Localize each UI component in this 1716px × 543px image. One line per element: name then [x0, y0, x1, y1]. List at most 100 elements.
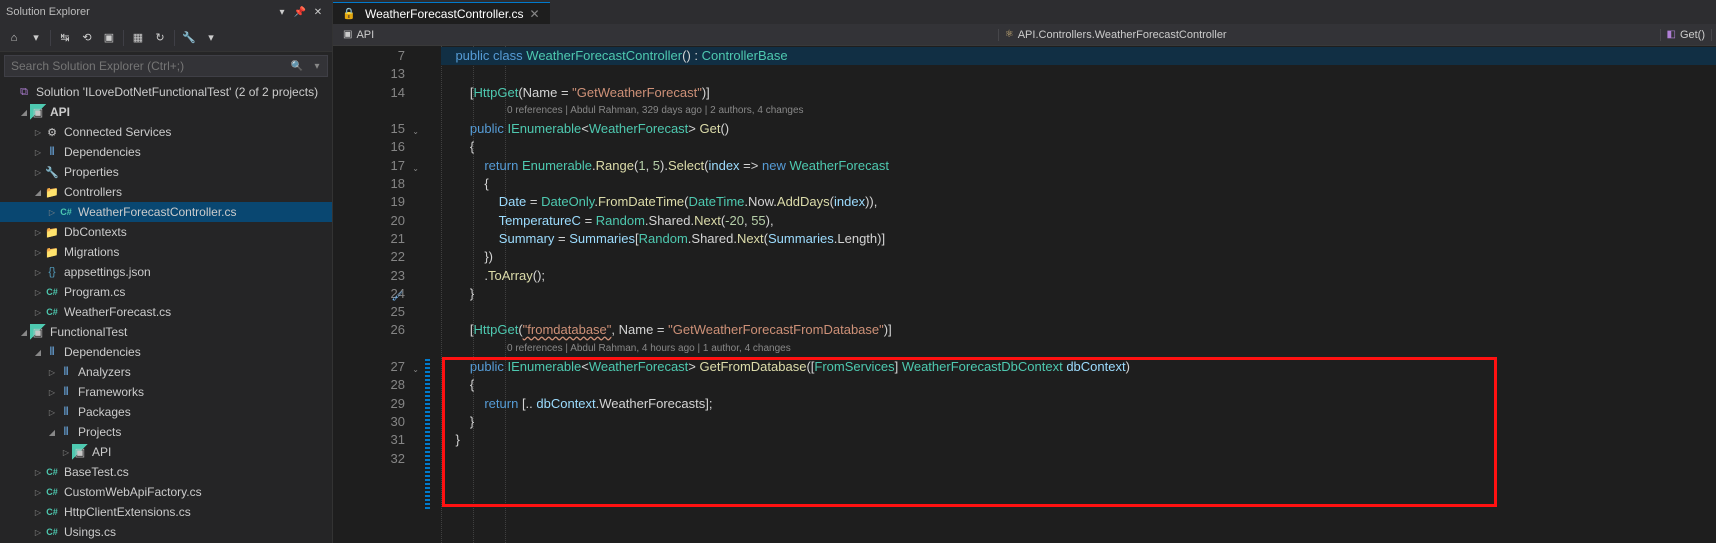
fold-icon[interactable]: ⌄ — [412, 123, 419, 141]
back-icon[interactable]: ↹ — [55, 28, 75, 48]
code-line[interactable]: public IEnumerable<WeatherForecast> GetF… — [441, 358, 1716, 376]
code-line[interactable]: [HttpGet(Name = "GetWeatherForecast")] — [441, 84, 1716, 102]
tree-item[interactable]: ▷🔧Properties — [0, 162, 332, 182]
tree-item[interactable]: ▷⫴Packages — [0, 402, 332, 422]
expand-icon[interactable]: ▷ — [32, 268, 44, 277]
tree-item[interactable]: ▷{}appsettings.json — [0, 262, 332, 282]
search-dropdown-icon[interactable]: ▾ — [307, 61, 327, 72]
tab-strip: 🔒 WeatherForecastController.cs ✕ — [333, 0, 1716, 24]
code-line[interactable]: } — [441, 413, 1716, 431]
expand-icon[interactable]: ▷ — [32, 128, 44, 137]
code-line[interactable]: Summary = Summaries[Random.Shared.Next(S… — [441, 230, 1716, 248]
tree-item[interactable]: ◢▣API — [0, 102, 332, 122]
breadcrumb-class[interactable]: ⚛ API.Controllers.WeatherForecastControl… — [999, 29, 1661, 41]
expand-icon[interactable]: ▷ — [32, 148, 44, 157]
tree-item[interactable]: ◢⫴Dependencies — [0, 342, 332, 362]
refresh-icon[interactable]: ↻ — [150, 28, 170, 48]
tree-label: Solution 'ILoveDotNetFunctionalTest' (2 … — [36, 85, 318, 99]
expand-icon[interactable]: ▷ — [60, 448, 72, 457]
expand-icon[interactable]: ▷ — [32, 488, 44, 497]
tree-item[interactable]: ▷▣API — [0, 442, 332, 462]
expand-icon[interactable]: ▷ — [32, 308, 44, 317]
code-line[interactable] — [441, 450, 1716, 468]
tree-item[interactable]: ▷C#WeatherForecast.cs — [0, 302, 332, 322]
code-line[interactable]: [HttpGet("fromdatabase", Name = "GetWeat… — [441, 321, 1716, 339]
tree-item[interactable]: ▷C#CustomWebApiFactory.cs — [0, 482, 332, 502]
code-line[interactable]: { — [441, 138, 1716, 156]
tree-item[interactable]: ⧉Solution 'ILoveDotNetFunctionalTest' (2… — [0, 82, 332, 102]
code-line[interactable]: { — [441, 175, 1716, 193]
code-line[interactable]: TemperatureC = Random.Shared.Next(-20, 5… — [441, 212, 1716, 230]
expand-icon[interactable]: ▷ — [46, 408, 58, 417]
expand-icon[interactable]: ▷ — [32, 288, 44, 297]
expand-icon[interactable]: ◢ — [32, 188, 44, 197]
tab-close-icon[interactable]: ✕ — [528, 7, 542, 21]
code-line[interactable]: public class WeatherForecastController()… — [441, 47, 1716, 65]
tree-item[interactable]: ▷C#WeatherForecastController.cs — [0, 202, 332, 222]
expand-icon[interactable]: ▷ — [32, 528, 44, 537]
code-line[interactable]: return [.. dbContext.WeatherForecasts]; — [441, 395, 1716, 413]
expand-icon[interactable]: ◢ — [18, 108, 30, 117]
line-number-gutter: 7131415⌄1617⌄18192021222324🖌252627⌄28293… — [333, 46, 423, 543]
code-line[interactable]: .ToArray(); — [441, 267, 1716, 285]
home-icon[interactable]: ⌂ — [4, 28, 24, 48]
codelens[interactable]: 0 references | Abdul Rahman, 329 days ag… — [441, 102, 1716, 120]
tree-item[interactable]: ▷⫴Frameworks — [0, 382, 332, 402]
code-line[interactable]: Date = DateOnly.FromDateTime(DateTime.No… — [441, 193, 1716, 211]
tab-file[interactable]: 🔒 WeatherForecastController.cs ✕ — [333, 2, 550, 24]
sync-icon[interactable]: ⟲ — [77, 28, 97, 48]
code-line[interactable]: } — [441, 431, 1716, 449]
code-line[interactable]: } — [441, 285, 1716, 303]
tree-item[interactable]: ▷C#BaseTest.cs — [0, 462, 332, 482]
expand-icon[interactable]: ▷ — [32, 228, 44, 237]
expand-icon[interactable]: ◢ — [32, 348, 44, 357]
tree-item[interactable]: ▷📁DbContexts — [0, 222, 332, 242]
breadcrumb-project[interactable]: ▣ API — [337, 29, 999, 41]
tree-item[interactable]: ◢▣FunctionalTest — [0, 322, 332, 342]
search-input[interactable] — [5, 59, 287, 73]
code-line[interactable]: return Enumerable.Range(1, 5).Select(ind… — [441, 157, 1716, 175]
search-icon[interactable]: 🔍 — [287, 61, 307, 72]
code-line[interactable] — [441, 65, 1716, 83]
tree-item[interactable]: ◢⫴Projects — [0, 422, 332, 442]
code-content[interactable]: public class WeatherForecastController()… — [441, 46, 1716, 543]
expand-icon[interactable]: ▷ — [32, 168, 44, 177]
expand-icon[interactable]: ▷ — [46, 388, 58, 397]
pin-icon[interactable]: 📌 — [292, 4, 308, 20]
expand-icon[interactable]: ◢ — [18, 328, 30, 337]
expand-icon[interactable]: ▷ — [32, 468, 44, 477]
expand-icon[interactable]: ▷ — [46, 208, 58, 217]
show-all-icon[interactable]: ▦ — [128, 28, 148, 48]
tree-item[interactable]: ◢📁Controllers — [0, 182, 332, 202]
code-line[interactable] — [441, 303, 1716, 321]
line-number: 14 — [333, 84, 405, 102]
codelens[interactable]: 0 references | Abdul Rahman, 4 hours ago… — [441, 340, 1716, 358]
switch-views-icon[interactable]: ▾ — [26, 28, 46, 48]
code-line[interactable]: }) — [441, 248, 1716, 266]
tree-item[interactable]: ▷⫴Dependencies — [0, 142, 332, 162]
tree-item[interactable]: ▷⚙Connected Services — [0, 122, 332, 142]
preview-icon[interactable]: ▾ — [201, 28, 221, 48]
close-icon[interactable]: ✕ — [310, 4, 326, 20]
expand-icon[interactable]: ▷ — [32, 248, 44, 257]
dropdown-icon[interactable]: ▾ — [274, 4, 290, 20]
code-line[interactable]: public IEnumerable<WeatherForecast> Get(… — [441, 120, 1716, 138]
expand-icon[interactable]: ▷ — [32, 508, 44, 517]
breadcrumb-method[interactable]: ◧ Get() — [1661, 29, 1713, 41]
code-line[interactable]: { — [441, 376, 1716, 394]
code-area[interactable]: 7131415⌄1617⌄18192021222324🖌252627⌄28293… — [333, 46, 1716, 543]
search-box[interactable]: 🔍 ▾ — [4, 55, 328, 77]
tree-item[interactable]: ▷⫴Analyzers — [0, 362, 332, 382]
solution-tree[interactable]: ⧉Solution 'ILoveDotNetFunctionalTest' (2… — [0, 80, 332, 543]
tree-item[interactable]: ▷C#HttpClientExtensions.cs — [0, 502, 332, 522]
properties-icon[interactable]: 🔧 — [179, 28, 199, 48]
expand-icon[interactable]: ▷ — [46, 368, 58, 377]
tree-item[interactable]: ▷C#Usings.cs — [0, 522, 332, 542]
line-number: 31 — [333, 431, 405, 449]
expand-icon[interactable]: ◢ — [46, 428, 58, 437]
tree-item[interactable]: ▷📁Migrations — [0, 242, 332, 262]
fold-icon[interactable]: ⌄ — [412, 361, 419, 379]
fold-icon[interactable]: ⌄ — [412, 160, 419, 178]
collapse-all-icon[interactable]: ▣ — [99, 28, 119, 48]
tree-item[interactable]: ▷C#Program.cs — [0, 282, 332, 302]
